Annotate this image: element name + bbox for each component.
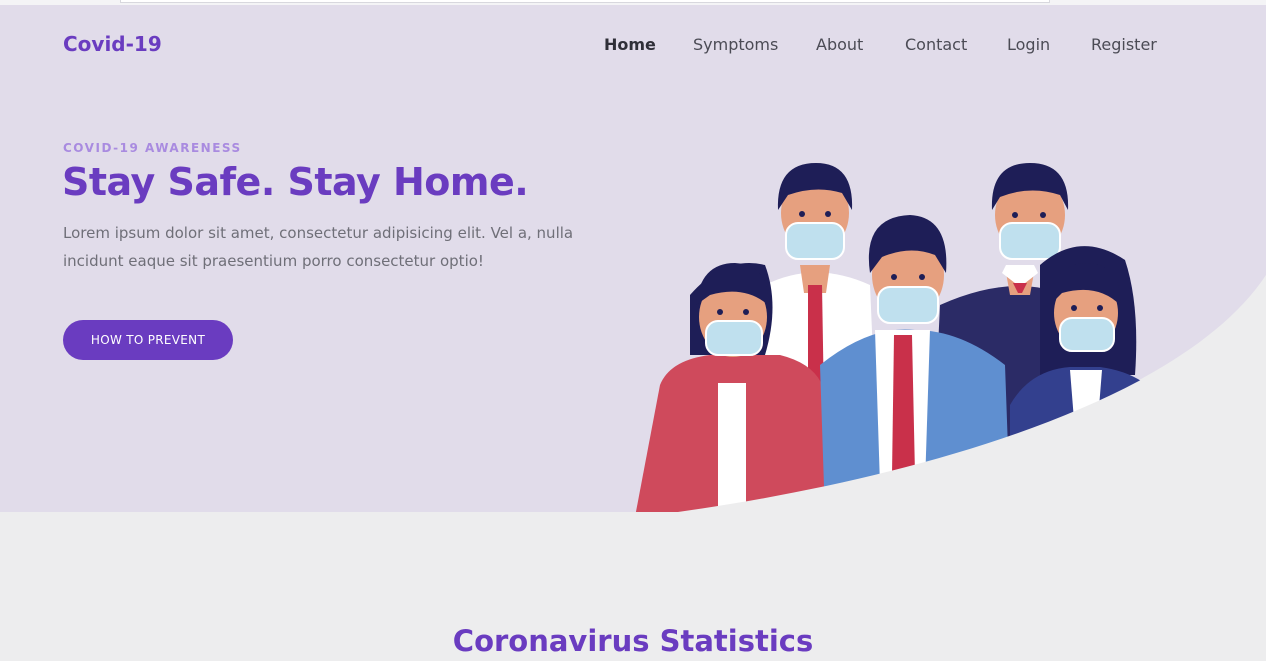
people-wearing-masks-illustration bbox=[635, 163, 1170, 512]
nav-login[interactable]: Login bbox=[1007, 35, 1050, 54]
hero-section: Covid-19 Home Symptoms About Contact Log… bbox=[0, 5, 1266, 512]
hero-title: Stay Safe. Stay Home. bbox=[62, 160, 529, 204]
nav-register[interactable]: Register bbox=[1091, 35, 1157, 54]
nav-contact[interactable]: Contact bbox=[905, 35, 967, 54]
main-nav: Home Symptoms About Contact Login Regist… bbox=[0, 35, 1266, 59]
hero-description: Lorem ipsum dolor sit amet, consectetur … bbox=[63, 224, 574, 270]
nav-home[interactable]: Home bbox=[604, 35, 656, 54]
statistics-section-title: Coronavirus Statistics bbox=[452, 624, 814, 658]
nav-about[interactable]: About bbox=[816, 35, 863, 54]
hero-eyebrow: COVID-19 AWARENESS bbox=[63, 141, 242, 155]
top-strip-inner bbox=[120, 0, 1050, 3]
how-to-prevent-button[interactable]: HOW TO PREVENT bbox=[63, 320, 233, 360]
nav-symptoms[interactable]: Symptoms bbox=[693, 35, 778, 54]
